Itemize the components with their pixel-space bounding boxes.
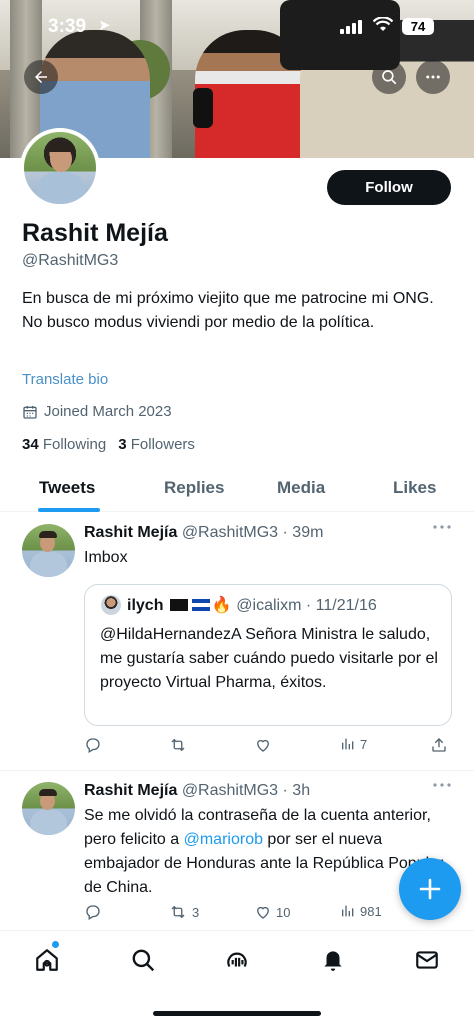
like-count: 10 <box>276 904 291 920</box>
mention-link[interactable]: @mariorob <box>184 831 263 848</box>
tab-replies[interactable]: Replies <box>164 478 224 498</box>
tweet-more-button[interactable] <box>432 778 452 796</box>
profile-avatar[interactable] <box>20 128 100 208</box>
like-button[interactable]: 10 <box>254 903 290 921</box>
tab-media[interactable]: Media <box>277 478 325 498</box>
joined-date: Joined March 2023 <box>22 403 172 420</box>
like-button[interactable] <box>254 736 272 754</box>
translate-bio-link[interactable]: Translate bio <box>22 371 108 388</box>
follow-button[interactable]: Follow <box>327 170 451 205</box>
retweet-icon <box>171 905 185 919</box>
nav-search[interactable] <box>128 945 158 975</box>
tweet-avatar[interactable] <box>22 782 75 835</box>
more-icon <box>433 783 451 787</box>
reply-icon <box>86 738 100 753</box>
fire-icon: 🔥 <box>211 597 232 614</box>
wifi-icon <box>372 16 394 38</box>
quoted-tweet-text: @HildaHernandezA Señora Ministra le salu… <box>100 626 438 691</box>
tweet-meta: @RashitMG3 · 3h <box>181 782 311 799</box>
quoted-tweet[interactable]: ilych 🔥 @icalixm · 11/21/16 @HildaHernan… <box>84 584 452 726</box>
followers-link[interactable]: 3 Followers <box>118 436 195 453</box>
reply-button[interactable] <box>84 903 102 921</box>
retweet-button[interactable] <box>168 736 188 754</box>
following-count: 34 <box>22 436 39 453</box>
share-button[interactable] <box>430 736 448 754</box>
tweet-author-name[interactable]: Rashit Mejía <box>84 782 177 799</box>
quoted-tweet-meta: @icalixm · 11/21/16 <box>236 597 377 614</box>
views-icon <box>342 738 354 750</box>
heart-icon <box>257 906 269 919</box>
mail-icon <box>416 951 438 969</box>
more-options-button[interactable] <box>416 60 450 94</box>
tweet-divider <box>0 770 474 771</box>
views-count: 7 <box>360 736 368 752</box>
views-icon <box>342 905 354 917</box>
spaces-icon <box>227 952 247 968</box>
tweet-text: Imbox <box>84 549 128 566</box>
quoted-tweet-avatar <box>101 595 121 615</box>
tweet-author-name[interactable]: Rashit Mejía <box>84 524 177 541</box>
active-tab-indicator <box>38 508 100 512</box>
status-bar: 3:39 ➤ 74 <box>0 14 474 44</box>
tweet-actions: 3 10 981 <box>84 903 454 925</box>
reply-icon <box>86 905 100 920</box>
retweet-icon <box>171 738 185 752</box>
search-icon <box>382 70 397 85</box>
following-link[interactable]: 34 Following <box>22 436 106 453</box>
nav-spaces[interactable] <box>222 945 252 975</box>
home-indicator <box>153 1011 321 1016</box>
tweet-header: Rashit Mejía @RashitMG3 · 3h <box>84 782 310 800</box>
search-icon <box>132 949 155 972</box>
tweet-meta: @RashitMG3 · 39m <box>181 524 324 541</box>
calendar-icon <box>23 405 37 419</box>
el-salvador-flag-icon <box>191 599 210 611</box>
nav-home[interactable] <box>32 945 62 975</box>
heart-icon <box>257 739 269 752</box>
back-button[interactable] <box>24 60 58 94</box>
followers-label: Followers <box>130 436 195 453</box>
status-time: 3:39 <box>48 16 87 37</box>
reply-button[interactable] <box>84 736 102 754</box>
profile-tabs: Tweets Replies Media Likes <box>0 466 474 512</box>
signal-icon <box>340 20 362 34</box>
views-button[interactable]: 7 <box>340 736 367 752</box>
home-icon <box>36 949 58 971</box>
nav-messages[interactable] <box>412 945 442 975</box>
profile-name: Rashit Mejía <box>22 219 168 247</box>
compose-tweet-button[interactable] <box>399 858 461 920</box>
tab-tweets[interactable]: Tweets <box>39 478 95 498</box>
quoted-author-name: ilych <box>127 597 164 614</box>
search-button[interactable] <box>372 60 406 94</box>
share-icon <box>432 738 446 752</box>
plus-icon <box>419 878 441 900</box>
profile-handle: @RashitMG3 <box>22 252 119 269</box>
bottom-navigation <box>0 930 474 1024</box>
arrow-left-icon <box>35 71 47 83</box>
quoted-tweet-header: ilych 🔥 @icalixm · 11/21/16 <box>127 595 377 615</box>
retweet-button[interactable]: 3 <box>168 903 199 921</box>
battery-indicator: 74 <box>402 18 434 35</box>
tweet-more-button[interactable] <box>432 520 452 538</box>
tweet-avatar[interactable] <box>22 524 75 577</box>
retweet-count: 3 <box>192 904 200 920</box>
follow-stats: 34 Following 3 Followers <box>22 436 195 453</box>
joined-text: Joined March 2023 <box>44 403 172 420</box>
following-label: Following <box>42 436 107 453</box>
more-icon <box>426 75 440 79</box>
nav-notifications[interactable] <box>318 945 348 975</box>
views-button[interactable]: 981 <box>340 903 382 919</box>
home-notification-dot <box>52 941 59 948</box>
views-count: 981 <box>360 903 382 919</box>
more-icon <box>433 525 451 529</box>
tweet-actions: 7 <box>84 736 454 758</box>
tweet-header: Rashit Mejía @RashitMG3 · 39m <box>84 524 323 542</box>
tab-likes[interactable]: Likes <box>393 478 436 498</box>
profile-bio: En busca de mi próximo viejito que me pa… <box>22 290 434 331</box>
location-icon: ➤ <box>98 17 111 34</box>
followers-count: 3 <box>118 436 127 453</box>
black-flag-icon <box>169 599 188 611</box>
bell-icon <box>324 951 342 971</box>
